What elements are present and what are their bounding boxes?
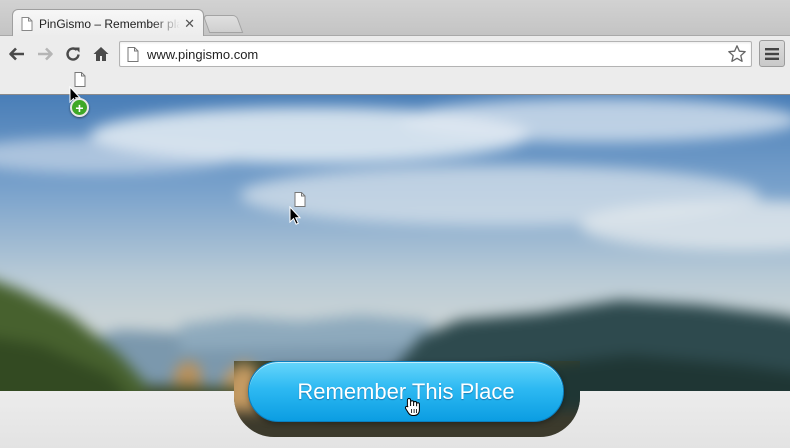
- page-icon: [127, 47, 139, 62]
- tab-pingismo[interactable]: PinGismo – Remember place ✕: [12, 9, 204, 37]
- tab-close-icon[interactable]: ✕: [184, 16, 195, 32]
- remember-this-place-button[interactable]: Remember This Place: [248, 361, 564, 422]
- menu-button[interactable]: [759, 40, 785, 67]
- star-icon[interactable]: [727, 44, 747, 64]
- new-tab-button[interactable]: [202, 15, 244, 33]
- tab-title: PinGismo – Remember place: [39, 16, 181, 31]
- page-viewport: Remember This Place: [0, 95, 790, 448]
- toolbar: [0, 36, 790, 72]
- tab-strip: PinGismo – Remember place ✕: [0, 0, 790, 37]
- page-icon: [21, 16, 33, 31]
- home-button[interactable]: [89, 42, 113, 66]
- back-button[interactable]: [5, 42, 29, 66]
- address-bar[interactable]: [119, 41, 752, 67]
- menu-icon: [765, 47, 779, 60]
- hero-image: [0, 95, 790, 391]
- forward-button[interactable]: [33, 42, 57, 66]
- bookmarks-bar[interactable]: [0, 72, 790, 95]
- home-icon: [93, 47, 109, 61]
- back-arrow-icon: [9, 47, 24, 61]
- reload-icon: [66, 47, 80, 61]
- forward-arrow-icon: [38, 47, 53, 61]
- reload-button[interactable]: [61, 42, 85, 66]
- url-input[interactable]: [147, 42, 707, 66]
